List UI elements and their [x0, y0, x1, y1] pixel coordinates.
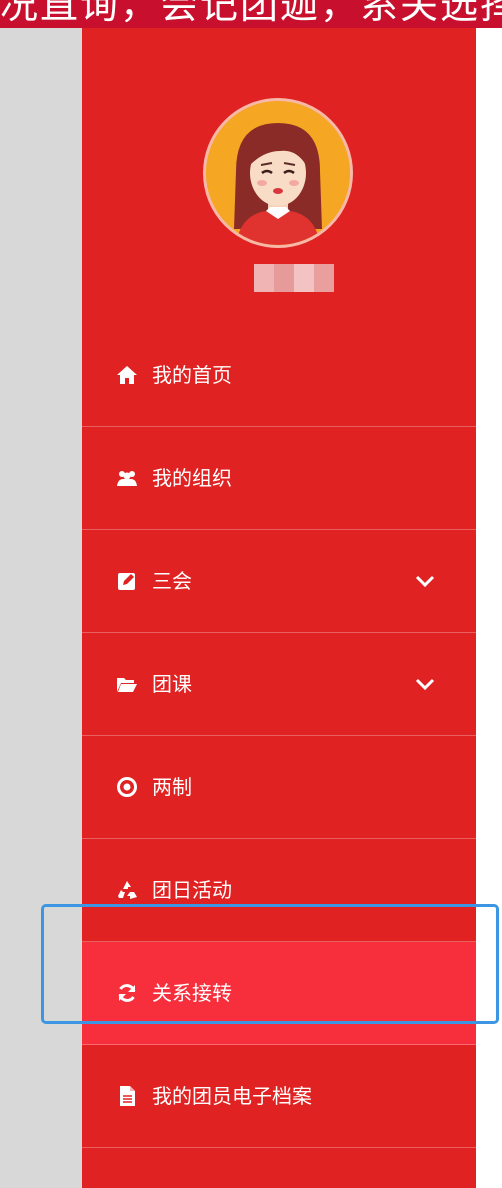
right-gutter — [476, 28, 502, 1188]
file-icon — [120, 1086, 135, 1106]
dot-circle-icon — [117, 777, 137, 797]
nav-menu: 我的首页 我的组织 三会 团课 两制 团日活动 关系接转 我的团员电子档案 — [82, 324, 476, 1148]
menu-item-two-systems[interactable]: 两制 — [82, 736, 476, 839]
menu-item-group-class[interactable]: 团课 — [82, 633, 476, 736]
menu-item-three-meetings[interactable]: 三会 — [82, 530, 476, 633]
menu-item-label: 我的组织 — [152, 466, 232, 490]
folder-open-icon — [117, 678, 137, 692]
sidebar: ███ 我的首页 我的组织 三会 团课 — [82, 28, 476, 1188]
menu-item-label: 三会 — [152, 569, 192, 593]
top-banner-text: 况直询，会记团迦，系关选择 — [0, 0, 502, 27]
avatar[interactable] — [203, 98, 353, 248]
chevron-down-icon[interactable] — [414, 674, 436, 694]
menu-item-home[interactable]: 我的首页 — [82, 324, 476, 427]
menu-item-relationship-transfer[interactable]: 关系接转 — [82, 942, 476, 1045]
left-gutter — [0, 28, 82, 1188]
menu-item-label: 团日活动 — [152, 878, 232, 902]
refresh-icon — [118, 984, 136, 1002]
edit-icon — [118, 573, 135, 590]
menu-item-group-day-activity[interactable]: 团日活动 — [82, 839, 476, 942]
menu-item-label: 关系接转 — [152, 981, 232, 1005]
menu-item-label: 两制 — [152, 775, 192, 799]
menu-item-organization[interactable]: 我的组织 — [82, 427, 476, 530]
menu-item-label: 我的首页 — [152, 363, 232, 387]
menu-item-member-archive[interactable]: 我的团员电子档案 — [82, 1045, 476, 1148]
recycle-icon — [118, 881, 137, 899]
avatar-girl-icon — [206, 101, 350, 245]
menu-item-label: 团课 — [152, 672, 192, 696]
home-icon — [117, 366, 137, 384]
chevron-down-icon[interactable] — [414, 571, 436, 591]
top-banner: 况直询，会记团迦，系关选择 — [0, 0, 502, 28]
menu-item-label: 我的团员电子档案 — [152, 1084, 312, 1108]
users-icon — [117, 471, 137, 486]
user-name: ███ — [254, 264, 334, 292]
